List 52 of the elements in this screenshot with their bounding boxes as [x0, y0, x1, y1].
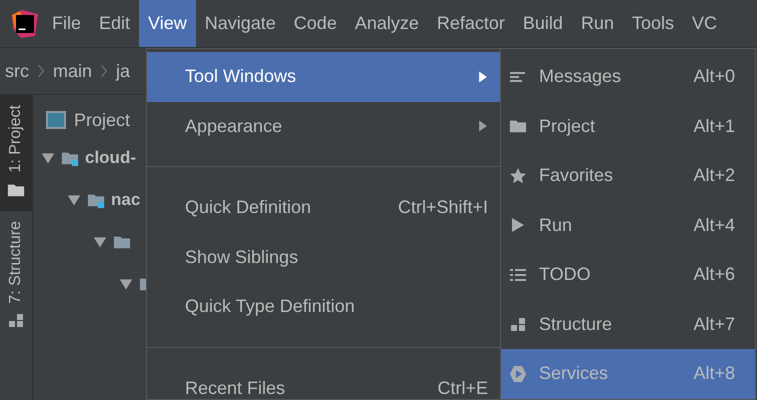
menu-bar-item[interactable]: View [139, 0, 196, 47]
menu-bar-item[interactable]: Edit [90, 0, 140, 47]
menu-bar-item[interactable]: Analyze [346, 0, 428, 47]
shortcut-label: Ctrl+E [437, 378, 488, 399]
menu-item[interactable]: Messages Alt+0 [501, 52, 755, 102]
menu-bar-item[interactable]: Code [284, 0, 346, 47]
menu-item[interactable]: Appearance [147, 102, 500, 151]
menu-item[interactable]: Favorites Alt+2 [501, 151, 755, 200]
expand-arrow-icon[interactable] [93, 235, 107, 249]
tool-window-tab[interactable]: 1: Project [0, 95, 32, 211]
menu-item[interactable]: Run Alt+4 [501, 200, 755, 250]
menu-item[interactable]: Structure Alt+7 [501, 300, 755, 349]
shortcut-label: Alt+8 [693, 363, 735, 384]
shortcut-label: Alt+6 [693, 264, 735, 286]
menu-bar-item[interactable]: Build [514, 0, 572, 47]
tree-item-label[interactable]: nac [111, 190, 140, 210]
shortcut-label: Ctrl+Shift+I [398, 197, 488, 218]
menu-bar-item[interactable]: VC [683, 0, 726, 47]
app-logo-icon[interactable] [10, 8, 40, 38]
expand-arrow-icon[interactable] [119, 277, 133, 291]
menu-bar-item[interactable]: File [43, 0, 90, 47]
shortcut-label: Alt+2 [693, 165, 735, 186]
shortcut-label: Alt+1 [693, 116, 735, 137]
breadcrumb-item[interactable]: ja [116, 60, 130, 82]
menu-bar-item[interactable]: Tools [622, 0, 683, 47]
menu-item[interactable]: TODO Alt+6 [501, 250, 755, 300]
panel-title: Project [74, 110, 130, 130]
menu-bar-item[interactable]: Refactor [428, 0, 514, 47]
star-icon [509, 166, 527, 185]
window-icon [46, 111, 66, 129]
breadcrumb-item[interactable]: src [5, 60, 29, 82]
tool-window-tab[interactable]: 7: Structure [0, 210, 32, 342]
breadcrumb-item[interactable]: main [53, 60, 92, 82]
menu-item[interactable]: Project Alt+1 [501, 102, 755, 151]
blocks-icon [509, 315, 527, 334]
blocks-icon [7, 311, 25, 330]
expand-arrow-icon[interactable] [41, 151, 55, 165]
hexagon-play-icon [509, 364, 527, 383]
shortcut-label: Alt+4 [693, 214, 735, 236]
menu-bar-item[interactable]: Run [572, 0, 623, 47]
menu-item[interactable]: Recent Files Ctrl+E [147, 364, 500, 399]
menu-item[interactable]: Quick Definition Ctrl+Shift+I [147, 183, 500, 232]
chevron-right-icon [37, 62, 45, 80]
menu-item[interactable]: Show Siblings [147, 232, 500, 282]
expand-arrow-icon[interactable] [67, 193, 81, 207]
menu-item[interactable]: Tool Windows [147, 52, 500, 102]
menu-bar-item[interactable]: Navigate [196, 0, 285, 47]
menu-item[interactable]: Quick Type Definition [147, 282, 500, 332]
chevron-right-icon [100, 62, 108, 80]
tree-item-label[interactable]: cloud- [85, 148, 136, 168]
shortcut-label: Alt+7 [693, 314, 735, 335]
shortcut-label: Alt+0 [693, 66, 735, 88]
